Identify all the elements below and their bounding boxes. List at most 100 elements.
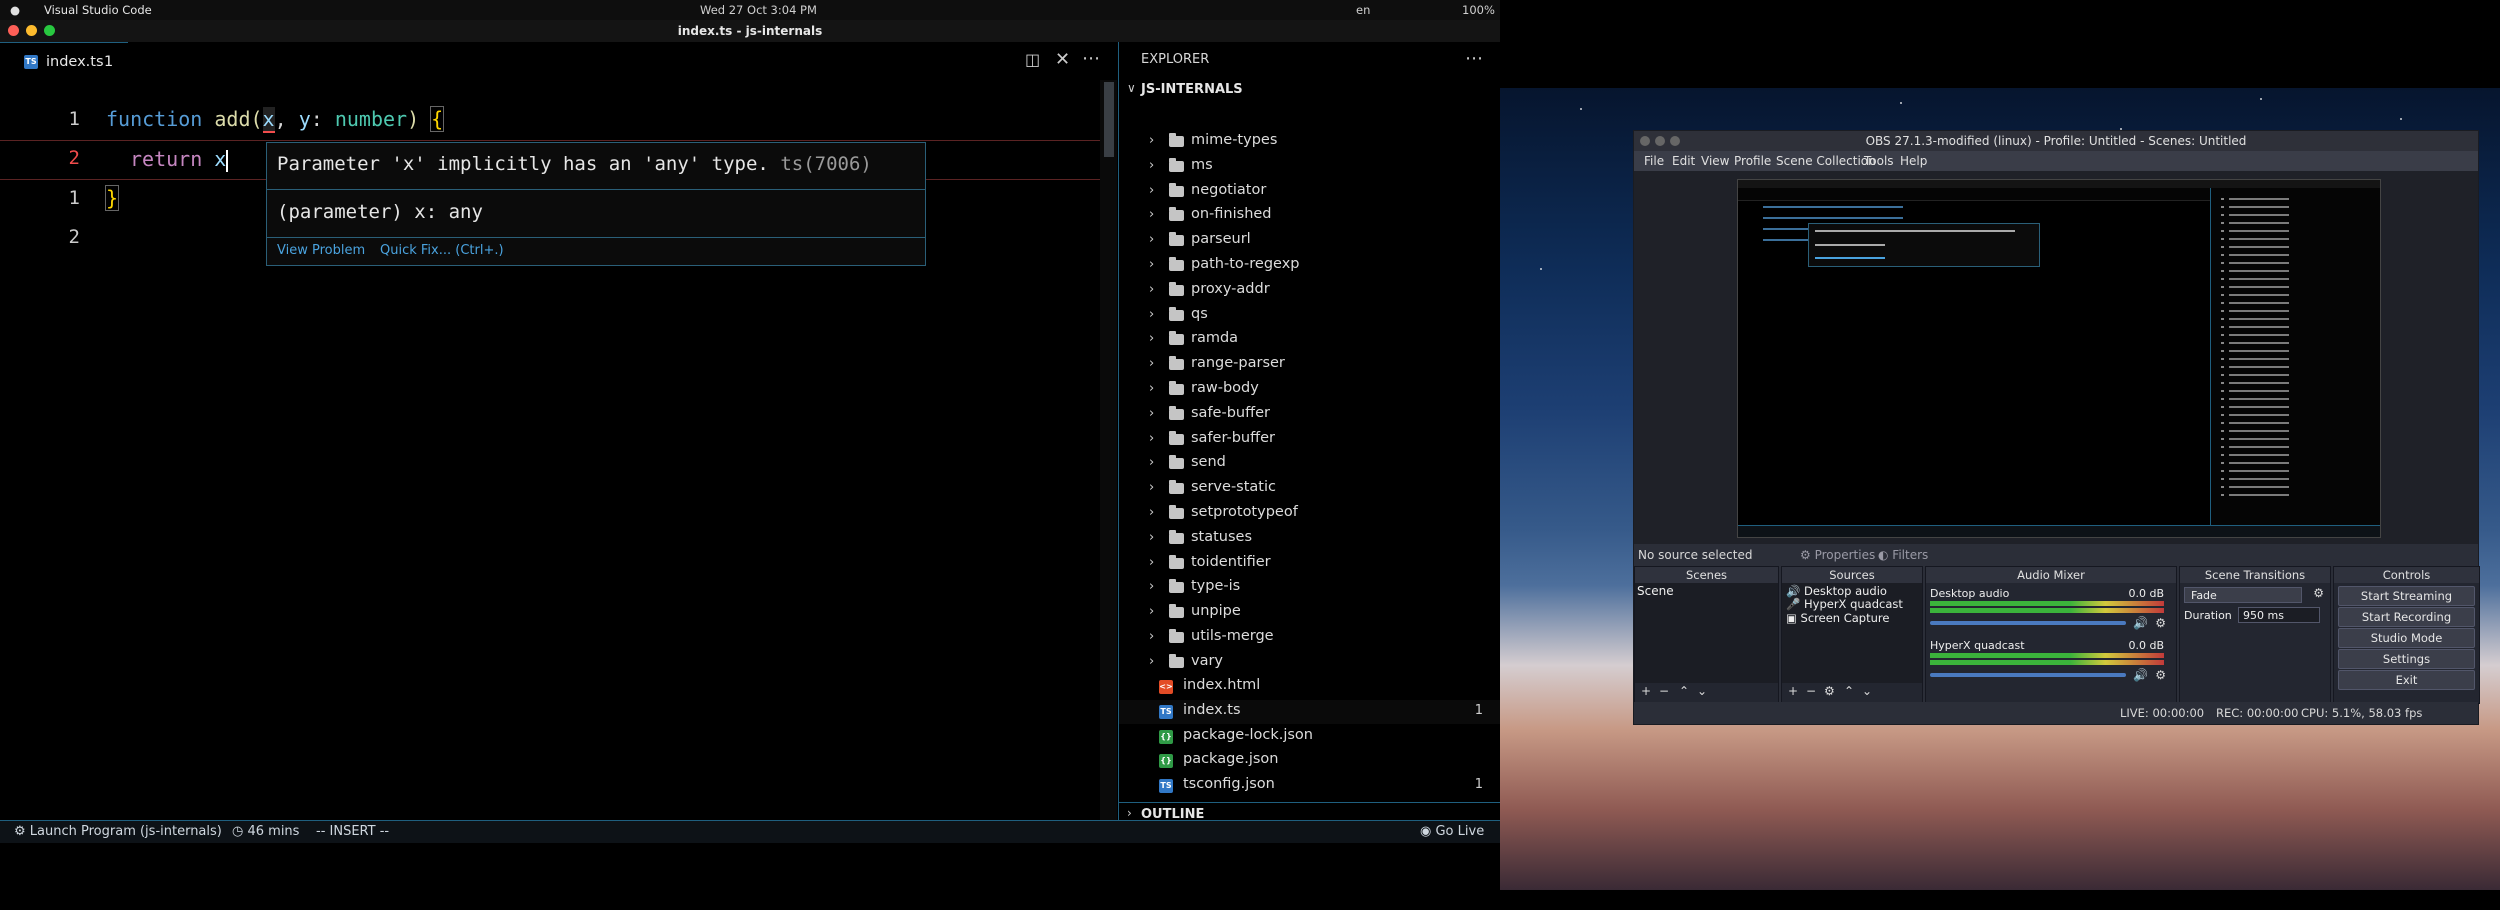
explorer-folder-safe-buffer[interactable]: › safe-buffer <box>1119 403 1501 427</box>
transitions-dock: Scene Transitions Fade ⚙ Duration 950 ms <box>2179 566 2331 704</box>
menu-help[interactable]: Help <box>1900 154 1927 168</box>
speaker-icon[interactable]: 🔊 <box>2133 668 2148 682</box>
explorer-folder-safer-buffer[interactable]: › safer-buffer <box>1119 428 1501 452</box>
explorer-file-index.html[interactable]: <> index.html <box>1119 675 1501 699</box>
volume-meter <box>1930 608 2164 613</box>
volume-slider[interactable] <box>1930 673 2126 677</box>
start-recording-button[interactable]: Start Recording <box>2338 607 2475 627</box>
scenes-list: Scene <box>1635 583 1778 683</box>
settings-button[interactable]: Settings <box>2338 649 2475 669</box>
rec-timer: REC: 00:00:00 <box>2216 706 2299 720</box>
editor-scrollbar[interactable] <box>1104 82 1114 157</box>
source-item[interactable]: 🔊 Desktop audio <box>1786 584 1887 598</box>
volume-slider[interactable] <box>1930 621 2126 625</box>
workspace-root[interactable]: ∨ JS-INTERNALS <box>1119 80 1501 100</box>
input-language[interactable]: en <box>1356 3 1370 17</box>
tab-index-ts[interactable]: TS index.ts 1 <box>0 42 128 81</box>
explorer-folder-proxy-addr[interactable]: › proxy-addr <box>1119 279 1501 303</box>
explorer-folder-ramda[interactable]: › ramda <box>1119 328 1501 352</box>
editor-minimap[interactable] <box>1100 80 1117 820</box>
folder-name: parseurl <box>1191 231 1251 248</box>
explorer-file-tsconfig.json[interactable]: TS tsconfig.json 1 <box>1119 774 1501 798</box>
explorer-folder-utils-merge[interactable]: › utils-merge <box>1119 626 1501 650</box>
remove-icon[interactable]: − <box>1659 684 1669 698</box>
go-live-button[interactable]: ◉ Go Live <box>1420 824 1484 839</box>
explorer-folder-path-to-regexp[interactable]: › path-to-regexp <box>1119 254 1501 278</box>
sources-list: 🔊 Desktop audio 🎤 HyperX quadcast ▣ Scre… <box>1782 583 1922 683</box>
explorer-folder-qs[interactable]: › qs <box>1119 304 1501 328</box>
explorer-folder-negotiator[interactable]: › negotiator <box>1119 180 1501 204</box>
menu-tools[interactable]: Tools <box>1864 154 1894 168</box>
split-editor-icon[interactable]: ◫ <box>1025 50 1040 69</box>
filters-button[interactable]: ◐ Filters <box>1878 548 1928 562</box>
menu-edit[interactable]: Edit <box>1672 154 1695 168</box>
launch-config[interactable]: ⚙ Launch Program (js-internals) <box>14 824 222 839</box>
divider <box>267 237 925 238</box>
explorer-folder-toidentifier[interactable]: › toidentifier <box>1119 552 1501 576</box>
scene-item[interactable]: Scene <box>1637 584 1674 598</box>
explorer-folder-send[interactable]: › send <box>1119 452 1501 476</box>
gear-icon[interactable]: ⚙ <box>1824 684 1835 698</box>
move-up-icon[interactable]: ⌃ <box>1844 684 1854 698</box>
menu-scene-collection[interactable]: Scene Collection <box>1776 154 1876 168</box>
file-name: index.html <box>1183 677 1261 693</box>
explorer-folder-type-is[interactable]: › type-is <box>1119 576 1501 600</box>
active-app-name[interactable]: Visual Studio Code <box>44 3 152 17</box>
explorer-file-index.ts[interactable]: TS index.ts 1 <box>1119 699 1501 724</box>
explorer-file-package.json[interactable]: {} package.json <box>1119 749 1501 773</box>
explorer-file-package-lock.json[interactable]: {} package-lock.json <box>1119 725 1501 749</box>
explorer-folder-on-finished[interactable]: › on-finished <box>1119 204 1501 228</box>
move-down-icon[interactable]: ⌄ <box>1862 684 1872 698</box>
add-icon[interactable]: + <box>1641 684 1651 698</box>
remove-icon[interactable]: − <box>1806 684 1816 698</box>
duration-label: Duration <box>2184 609 2232 622</box>
transition-select[interactable]: Fade <box>2184 587 2302 603</box>
exit-button[interactable]: Exit <box>2338 670 2475 690</box>
speaker-icon[interactable]: 🔊 <box>2133 616 2148 630</box>
battery-level[interactable]: 100% <box>1462 3 1495 17</box>
explorer-folder-parseurl[interactable]: › parseurl <box>1119 229 1501 253</box>
move-down-icon[interactable]: ⌄ <box>1697 684 1707 698</box>
folder-name: raw-body <box>1191 380 1259 396</box>
menu-file[interactable]: File <box>1644 154 1664 168</box>
explorer-folder-serve-static[interactable]: › serve-static <box>1119 477 1501 501</box>
folder-name: utils-merge <box>1191 628 1274 644</box>
explorer-folder-raw-body[interactable]: › raw-body <box>1119 378 1501 402</box>
source-item[interactable]: ▣ Screen Capture <box>1786 611 1889 625</box>
properties-button[interactable]: ⚙ Properties <box>1800 548 1875 562</box>
explorer-folder-unpipe[interactable]: › unpipe <box>1119 601 1501 625</box>
duration-input[interactable]: 950 ms <box>2238 607 2320 623</box>
explorer-folder-mime-types[interactable]: › mime-types <box>1119 130 1501 154</box>
mini-statusbar <box>1738 525 2380 537</box>
source-item[interactable]: 🎤 HyperX quadcast <box>1786 597 1903 611</box>
start-streaming-button[interactable]: Start Streaming <box>2338 586 2475 606</box>
clock[interactable]: Wed 27 Oct 3:04 PM <box>700 3 817 17</box>
gear-icon[interactable]: ⚙ <box>2155 616 2166 630</box>
apple-icon[interactable]: ● <box>10 3 20 17</box>
explorer-folder-setprototypeof[interactable]: › setprototypeof <box>1119 502 1501 526</box>
explorer-folder-ms[interactable]: › ms <box>1119 155 1501 179</box>
folder-icon <box>1169 653 1184 668</box>
move-up-icon[interactable]: ⌃ <box>1679 684 1689 698</box>
more-actions-icon[interactable]: ⋯ <box>1082 48 1100 69</box>
quick-fix-link[interactable]: Quick Fix... (Ctrl+.) <box>380 243 504 258</box>
menu-profile[interactable]: Profile <box>1734 154 1771 168</box>
gear-icon[interactable]: ⚙ <box>2313 586 2324 600</box>
code-line-1: function add(x, y: number) { <box>106 106 445 133</box>
more-actions-icon[interactable]: ⋯ <box>1465 48 1483 69</box>
session-timer[interactable]: ◷ 46 mins <box>232 824 299 839</box>
obs-preview[interactable] <box>1634 171 2478 544</box>
menu-view[interactable]: View <box>1701 154 1729 168</box>
preview-capture <box>1737 179 2381 538</box>
chevron-right-icon: › <box>1149 604 1155 620</box>
add-icon[interactable]: + <box>1788 684 1798 698</box>
gear-icon[interactable]: ⚙ <box>2155 668 2166 682</box>
explorer-folder-vary[interactable]: › vary <box>1119 651 1501 675</box>
view-problem-link[interactable]: View Problem <box>277 243 365 258</box>
explorer-folder-range-parser[interactable]: › range-parser <box>1119 353 1501 377</box>
close-icon[interactable]: ✕ <box>1055 49 1070 70</box>
explorer-folder-statuses[interactable]: › statuses <box>1119 527 1501 551</box>
studio-mode-button[interactable]: Studio Mode <box>2338 628 2475 648</box>
folder-name: ms <box>1191 156 1213 173</box>
status-bar: ⚙ Launch Program (js-internals) ◷ 46 min… <box>0 820 1500 843</box>
